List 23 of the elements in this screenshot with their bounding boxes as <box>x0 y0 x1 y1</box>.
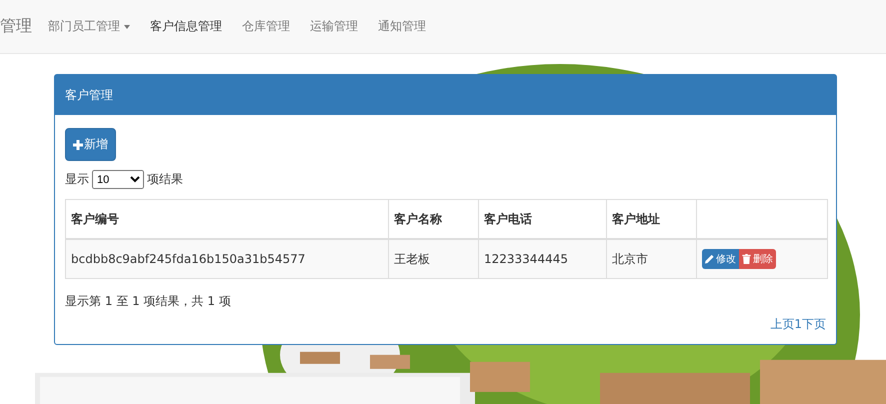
nav-item[interactable]: 通知管理 <box>378 18 426 35</box>
plus-icon <box>73 140 83 150</box>
pencil-icon <box>705 254 714 264</box>
table-cell: 王老板 <box>388 239 478 278</box>
trash-icon <box>742 254 751 264</box>
panel-title: 客户管理 <box>65 86 113 104</box>
table-cell: 12233344445 <box>478 239 606 278</box>
table-info: 显示第 1 至 1 项结果，共 1 项 <box>65 293 232 310</box>
table-cell: bcdbb8c9abf245fda16b150a31b54577 <box>66 239 388 278</box>
brand-title[interactable]: 管理 <box>0 16 32 37</box>
nav-item[interactable]: 部门员工管理 <box>48 18 130 35</box>
pagination-link[interactable]: 上页1下页 <box>770 316 826 333</box>
page-size-select[interactable]: 10 <box>92 170 144 189</box>
table-cell: 北京市 <box>606 239 696 278</box>
length-label: 显示 <box>65 171 89 188</box>
nav-item[interactable]: 运输管理 <box>310 18 358 35</box>
nav-item[interactable]: 客户信息管理 <box>150 18 222 35</box>
delete-button[interactable]: 删除 <box>739 249 776 269</box>
caret-icon <box>124 24 130 28</box>
length-label: 项结果 <box>147 171 183 188</box>
add-button[interactable]: 新增 <box>65 128 116 161</box>
nav-item[interactable]: 仓库管理 <box>242 18 290 35</box>
edit-button[interactable]: 修改 <box>702 249 739 269</box>
